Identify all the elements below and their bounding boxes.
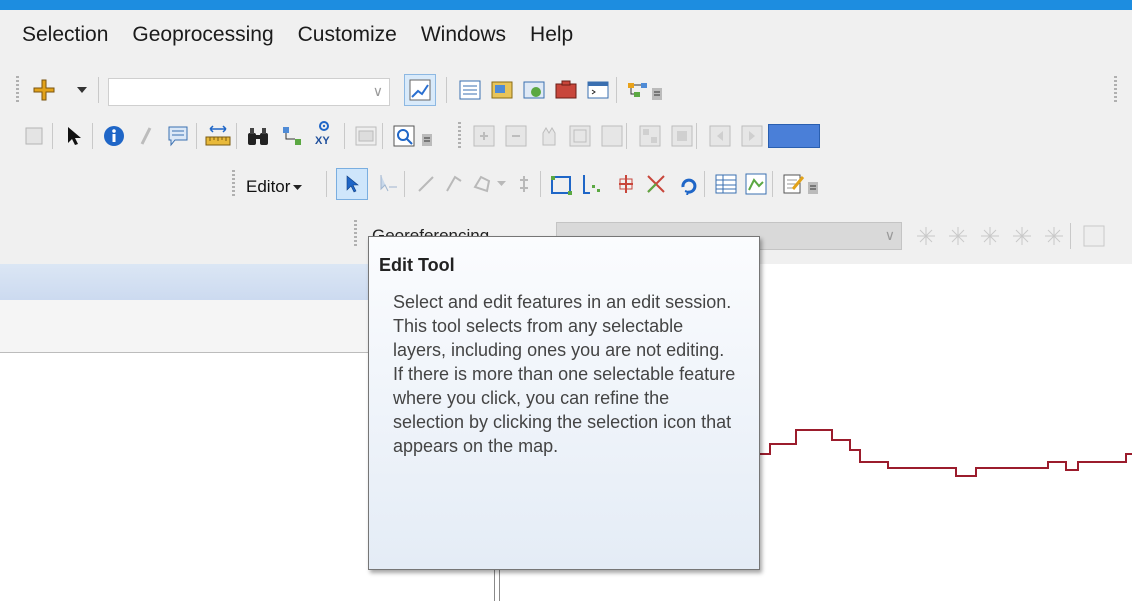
- select-elements-icon[interactable]: [60, 122, 88, 150]
- menu-geoprocessing[interactable]: Geoprocessing: [132, 23, 273, 47]
- separator: [1070, 223, 1071, 249]
- fixed-zoom-out-icon: [668, 122, 696, 150]
- toolbar-grip[interactable]: [458, 122, 461, 150]
- go-to-xy-icon[interactable]: XY: [310, 120, 338, 148]
- zoom-100-icon: [598, 122, 626, 150]
- arctoolbox-icon[interactable]: [552, 76, 580, 104]
- toolbar-options-icon[interactable]: [650, 86, 664, 102]
- toolbar-options-icon[interactable]: [806, 180, 820, 196]
- menu-windows[interactable]: Windows: [421, 23, 506, 47]
- edit-annotation-icon: [374, 170, 402, 198]
- editor-menu-label: Editor: [246, 177, 291, 196]
- separator: [52, 123, 53, 149]
- sketch-tool-icon: [440, 170, 468, 198]
- rotate-raster-icon: [912, 222, 940, 250]
- straight-segment-icon: [412, 170, 440, 198]
- separator: [704, 171, 705, 197]
- standard-toolbar: ∨: [0, 70, 1132, 110]
- add-control-points-icon: [1008, 222, 1036, 250]
- add-data-icon[interactable]: [30, 76, 58, 104]
- split-line-icon[interactable]: [642, 170, 670, 198]
- split-tool-icon: [510, 170, 538, 198]
- separator: [626, 123, 627, 149]
- tooltip-title: Edit Tool: [379, 255, 455, 275]
- separator: [404, 171, 405, 197]
- zoom-percent-field[interactable]: [768, 124, 820, 148]
- reshape-feature-icon[interactable]: [578, 170, 606, 198]
- window-top-accent: [0, 0, 1132, 10]
- time-slider-icon: [352, 122, 380, 150]
- attributes-icon[interactable]: [712, 170, 740, 198]
- html-popup-icon[interactable]: [164, 122, 192, 150]
- edit-tool-button[interactable]: [336, 168, 368, 200]
- view-link-table-icon: [1080, 222, 1108, 250]
- separator: [382, 123, 383, 149]
- scale-combo[interactable]: ∨: [108, 78, 390, 106]
- menu-bar: Selection Geoprocessing Customize Window…: [0, 10, 1132, 60]
- toolbar-grip[interactable]: [16, 76, 19, 104]
- separator: [540, 171, 541, 197]
- fixed-zoom-icon: [20, 122, 48, 150]
- select-link-icon: [1040, 222, 1068, 250]
- menu-customize[interactable]: Customize: [298, 23, 397, 47]
- toolbar-grip[interactable]: [354, 220, 357, 248]
- cut-polygons-icon[interactable]: [612, 170, 640, 198]
- create-viewer-icon[interactable]: [390, 122, 418, 150]
- layout-pan-icon: [534, 122, 562, 150]
- chevron-down-icon[interactable]: ∨: [373, 83, 383, 100]
- menu-help[interactable]: Help: [530, 23, 573, 47]
- tooltip-body: Select and edit features in an edit sess…: [393, 292, 736, 456]
- edit-tool-icon: [346, 175, 359, 193]
- separator: [196, 123, 197, 149]
- separator: [446, 77, 447, 103]
- layout-zoom-out-icon: [502, 122, 530, 150]
- separator: [344, 123, 345, 149]
- table-of-contents-icon[interactable]: [456, 76, 484, 104]
- identify-icon[interactable]: [100, 122, 128, 150]
- catalog-icon[interactable]: [488, 76, 516, 104]
- edit-tool-tooltip: Edit Tool Select and edit features in an…: [368, 236, 760, 570]
- edit-vertices-icon[interactable]: [548, 170, 576, 198]
- add-data-dropdown-icon[interactable]: [74, 76, 90, 104]
- menu-selection[interactable]: Selection: [22, 23, 108, 47]
- sketch-properties-icon[interactable]: [742, 170, 770, 198]
- fixed-zoom-in-icon: [636, 122, 664, 150]
- separator: [236, 123, 237, 149]
- svg-text:XY: XY: [315, 135, 330, 147]
- toolbar-grip[interactable]: [1114, 76, 1117, 104]
- shift-raster-icon: [944, 222, 972, 250]
- map-line-feature[interactable]: [755, 429, 1132, 477]
- scale-raster-icon: [976, 222, 1004, 250]
- chevron-down-icon[interactable]: ∨: [885, 227, 895, 244]
- measure-icon[interactable]: [204, 122, 232, 150]
- separator: [98, 77, 99, 103]
- editor-menu-button[interactable]: Editor: [246, 174, 303, 200]
- python-window-icon[interactable]: [584, 76, 612, 104]
- editor-toolbar-icon[interactable]: [404, 74, 436, 106]
- separator: [696, 123, 697, 149]
- previous-extent-icon: [706, 122, 734, 150]
- toolbar-grip[interactable]: [232, 170, 235, 198]
- model-builder-icon[interactable]: [624, 76, 652, 104]
- layout-zoom-in-icon: [470, 122, 498, 150]
- search-window-icon[interactable]: [520, 76, 548, 104]
- chevron-down-icon: [293, 184, 303, 190]
- separator: [326, 171, 327, 197]
- rotate-icon[interactable]: [674, 170, 702, 198]
- separator: [92, 123, 93, 149]
- separator: [772, 171, 773, 197]
- find-route-icon[interactable]: [278, 122, 306, 150]
- toolbar-options-icon[interactable]: [420, 132, 434, 148]
- find-icon[interactable]: [244, 122, 272, 150]
- create-features-icon[interactable]: [780, 170, 808, 198]
- separator: [616, 77, 617, 103]
- chevron-down-icon: [494, 176, 508, 190]
- next-extent-icon: [738, 122, 766, 150]
- hyperlink-icon: [132, 122, 160, 150]
- editor-toolbar: Editor: [0, 164, 1132, 204]
- tools-toolbar: XY: [0, 116, 1132, 156]
- zoom-whole-page-icon: [566, 122, 594, 150]
